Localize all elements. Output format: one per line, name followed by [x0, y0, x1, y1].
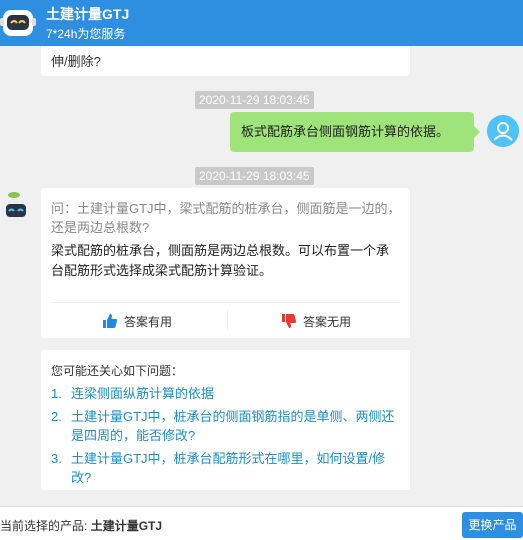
related-questions-title: 您可能还关心如下问题：: [51, 364, 184, 378]
app-subtitle: 7*24h为您服务: [46, 27, 126, 41]
answer-question: 问：土建计量GTJ中，梁式配筋的桩承台，侧面筋是一边的，还是两边总根数?: [51, 201, 401, 235]
robot-avatar-icon: [3, 192, 29, 222]
current-product-name: 土建计量GTJ: [90, 519, 163, 533]
current-product-label: 当前选择的产品:: [0, 519, 88, 533]
answer-useful-label: 答案有用: [124, 314, 173, 329]
switch-product-button[interactable]: 更换产品: [462, 512, 523, 538]
related-question-link[interactable]: 2. 土建计量GTJ中，桩承台的侧面钢筋指的是单侧、两侧还是四周的，能否修改?: [51, 407, 401, 445]
chat-area[interactable]: 伸/删除? 2020-11-29 18:03:45 板式配筋承台侧面钢筋计算的依…: [0, 46, 523, 506]
divider: [51, 302, 400, 303]
thumbs-up-icon: [103, 314, 117, 328]
answer-card: 问：土建计量GTJ中，梁式配筋的桩承台，侧面筋是一边的，还是两边总根数? 梁式配…: [41, 188, 410, 338]
previous-message-tail: 伸/删除?: [51, 54, 101, 69]
related-question-link[interactable]: 3. 土建计量GTJ中，桩承台配筋形式在哪里，如何设置/修改?: [51, 449, 401, 487]
footer-bar: 当前选择的产品: 土建计量GTJ 更换产品: [0, 506, 523, 540]
user-message-bubble: 板式配筋承台侧面钢筋计算的依据。: [230, 112, 480, 152]
answer-useful-button[interactable]: 答案有用: [102, 311, 172, 331]
answer-useless-button[interactable]: 答案无用: [281, 311, 351, 331]
answer-useless-label: 答案无用: [303, 314, 352, 329]
related-questions-list: 1. 连梁侧面纵筋计算的依据 2. 土建计量GTJ中，桩承台的侧面钢筋指的是单侧…: [51, 384, 401, 491]
related-question-link[interactable]: 1. 连梁侧面纵筋计算的依据: [51, 384, 401, 403]
timestamp: 2020-11-29 18:03:45: [195, 91, 314, 109]
current-product: 当前选择的产品: 土建计量GTJ: [0, 517, 162, 534]
app-title: 土建计量GTJ: [46, 6, 130, 22]
related-questions-card: 您可能还关心如下问题： 1. 连梁侧面纵筋计算的依据 2. 土建计量GTJ中，桩…: [41, 350, 410, 490]
timestamp: 2020-11-29 18:03:45: [195, 167, 314, 185]
thumbs-down-icon: [282, 314, 296, 328]
previous-message-card: 伸/删除?: [41, 46, 410, 76]
robot-avatar-icon: [0, 10, 36, 36]
answer-body: 梁式配筋的桩承台，侧面筋是两边总根数。可以布置一个承台配筋形式选择成梁式配筋计算…: [51, 243, 390, 278]
user-avatar-icon: [487, 115, 519, 147]
divider: [227, 310, 228, 330]
header: 土建计量GTJ 7*24h为您服务: [0, 0, 523, 46]
